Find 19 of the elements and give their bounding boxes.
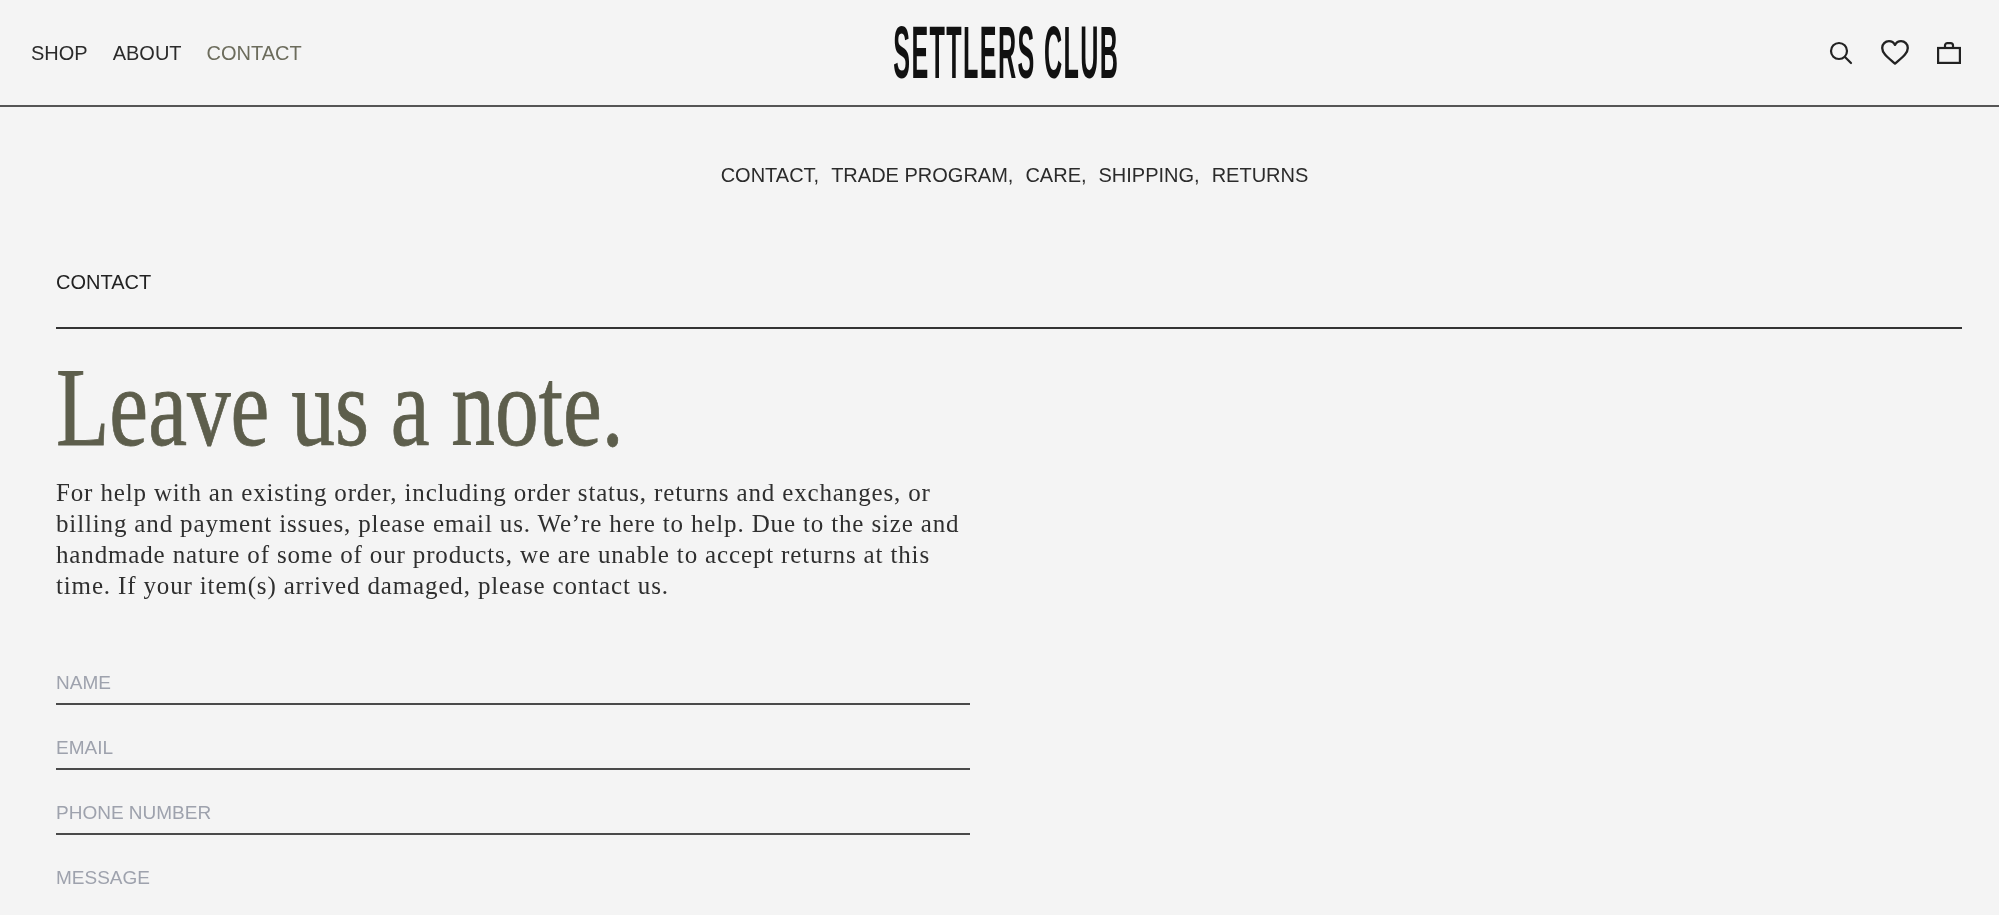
input-field[interactable]: EMAIL: [56, 736, 970, 770]
subnav-link[interactable]: CARE,: [1025, 163, 1087, 187]
subnav-link[interactable]: CONTACT,: [720, 163, 820, 187]
shopping-bag-icon[interactable]: [1937, 41, 1961, 64]
section-title: CONTACT: [56, 270, 152, 294]
subnav-link[interactable]: SHIPPING,: [1098, 163, 1200, 187]
intro-text: For help with an existing order, including order status, returns and exchanges, or billing and payment issues, please email us. We’re here to help. Due to the size and handmade nature of some of our products, we are unable to accept returns at this time. If your item(s) arrived damaged, please contact us.: [56, 478, 961, 601]
nav-link[interactable]: ABOUT: [112, 40, 182, 65]
nav-link[interactable]: SHOP: [31, 40, 88, 65]
subnav-link[interactable]: RETURNS: [1211, 163, 1309, 187]
input-field[interactable]: NAME: [56, 671, 970, 705]
message-field[interactable]: MESSAGE: [56, 866, 970, 915]
input-field[interactable]: PHONE NUMBER: [56, 801, 970, 835]
brand-logo[interactable]: SETTLERS CLUB: [893, 15, 1119, 90]
heart-icon[interactable]: [1881, 40, 1909, 65]
page-heading: Leave us a note.: [56, 351, 624, 463]
search-icon[interactable]: [1829, 40, 1853, 65]
nav-link[interactable]: CONTACT: [206, 40, 302, 65]
subnav-link[interactable]: TRADE PROGRAM,: [831, 163, 1014, 187]
